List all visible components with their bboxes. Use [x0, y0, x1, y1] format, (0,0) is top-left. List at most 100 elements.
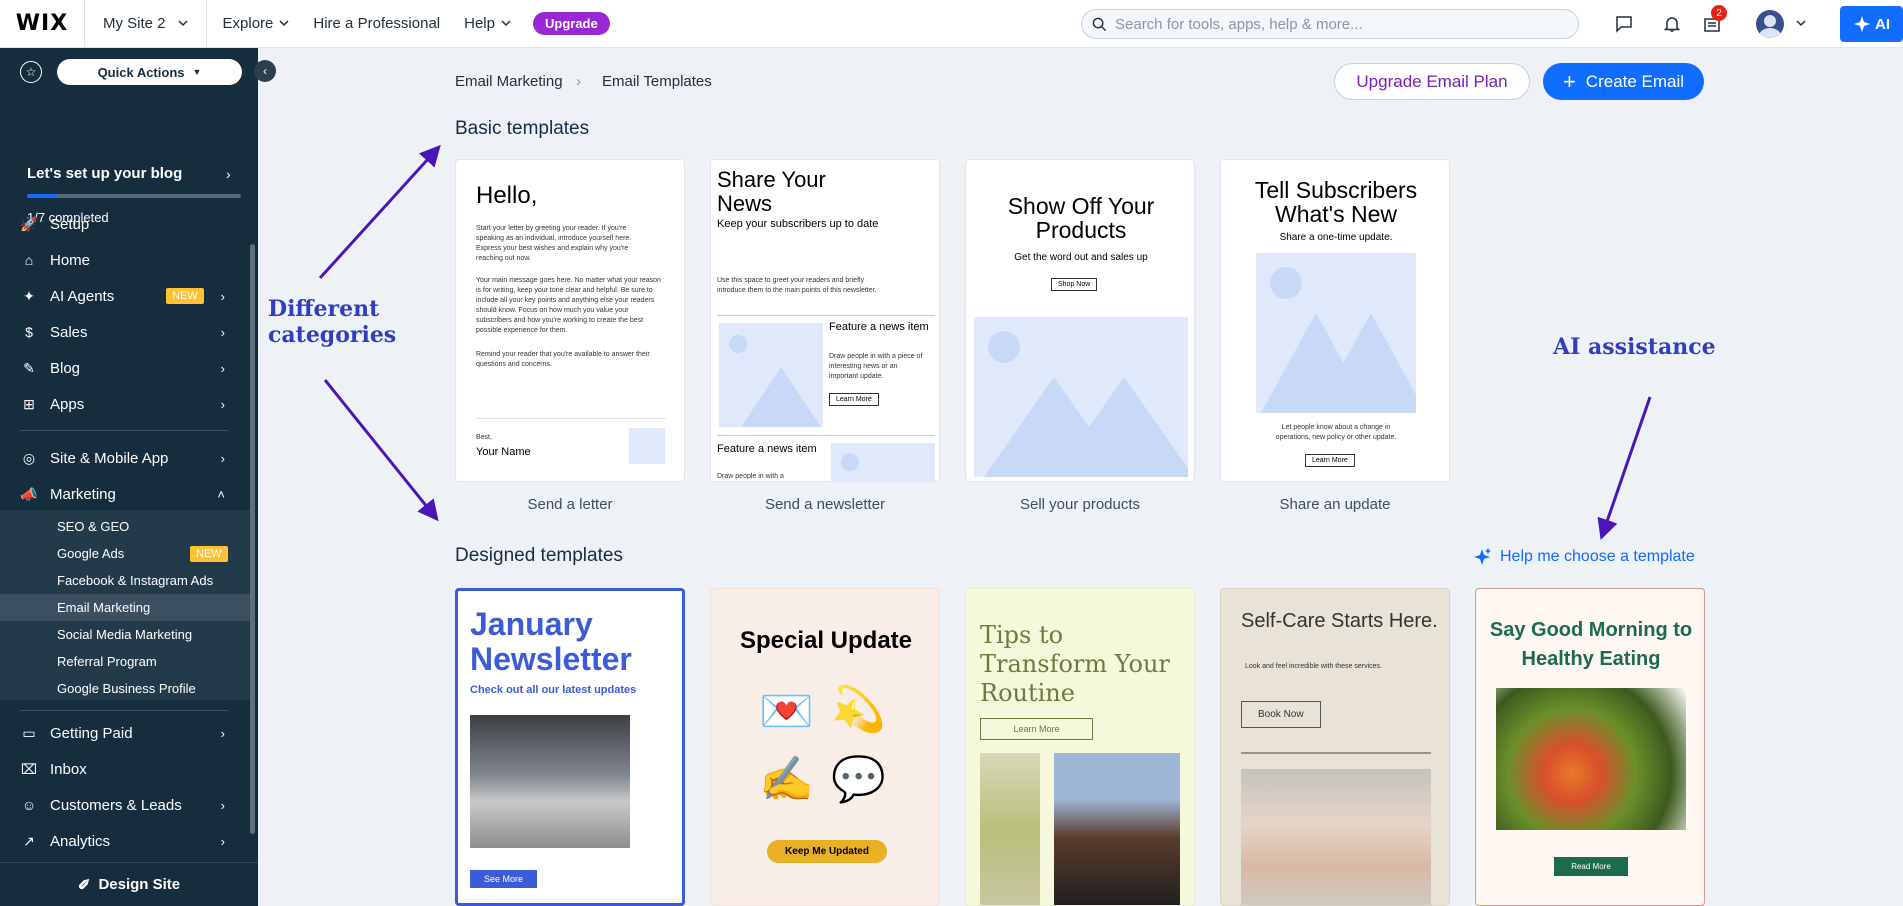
sidebar-item-blog[interactable]: ✎ Blog ›	[0, 350, 250, 386]
template-card-letter[interactable]: Hello, Start your letter by greeting you…	[455, 159, 685, 482]
sidebar-item-setup[interactable]: 🚀 Setup	[0, 206, 250, 242]
sidebar-item-label: Marketing	[50, 485, 116, 503]
site-name: My Site 2	[103, 15, 166, 32]
divider	[20, 710, 228, 711]
sidebar-item-getting-paid[interactable]: ▭ Getting Paid ›	[0, 715, 250, 751]
sparkle-icon	[1474, 548, 1491, 565]
template-caption: Share an update	[1279, 496, 1391, 513]
divider	[20, 430, 228, 431]
card-icon: ▭	[22, 724, 36, 741]
sidebar-item-analytics[interactable]: ↗ Analytics ›	[0, 823, 250, 859]
sidebar-item-home[interactable]: ⌂ Home	[0, 242, 250, 278]
sparkle-icon: ✦	[23, 287, 35, 304]
sidebar-subitem-label: Google Ads	[57, 546, 125, 561]
design-site-button[interactable]: ✐ Design Site	[0, 862, 258, 906]
template-card-newsletter[interactable]: Share Your News Keep your subscribers up…	[710, 159, 940, 482]
ai-button[interactable]: AI	[1840, 6, 1903, 42]
sidebar-item-label: Home	[50, 251, 91, 269]
sidebar-item-inbox[interactable]: ⌧ Inbox	[0, 751, 250, 787]
sidebar-item-sales[interactable]: $ Sales ›	[0, 314, 250, 350]
template-title: Tips to Transform Your Routine	[980, 621, 1170, 707]
megaphone-icon: 📣	[20, 485, 38, 502]
sidebar-item-label: Apps	[50, 395, 85, 413]
learn-more-button: Learn More	[980, 718, 1093, 740]
learn-more-button: Learn More	[829, 393, 879, 406]
designed-card-special-update[interactable]: Special Update 💌 💫 ✍️ 💬 Keep Me Updated	[710, 588, 940, 906]
grid-icon: ⊞	[23, 395, 35, 412]
women-photo	[1241, 769, 1431, 905]
chevron-right-icon: ›	[576, 73, 581, 90]
chat-icon[interactable]	[1612, 12, 1636, 36]
help-choose-template-link[interactable]: Help me choose a template	[1472, 547, 1695, 567]
template-card-update[interactable]: Tell Subscribers What's New Share a one-…	[1220, 159, 1450, 482]
collapse-sidebar-button[interactable]: ‹	[254, 60, 276, 82]
breadcrumb-parent[interactable]: Email Marketing	[455, 73, 563, 90]
sidebar-item-apps[interactable]: ⊞ Apps ›	[0, 386, 250, 422]
upgrade-email-plan-button[interactable]: Upgrade Email Plan	[1334, 63, 1530, 100]
designed-card-tips[interactable]: Tips to Transform Your Routine Learn Mor…	[965, 588, 1195, 906]
star-icon[interactable]: ☆	[20, 61, 42, 83]
sidebar-item-ai-agents[interactable]: ✦ AI Agents NEW ›	[0, 278, 250, 314]
avatar[interactable]	[1756, 10, 1784, 38]
dollar-icon: $	[25, 324, 33, 340]
search-input[interactable]: Search for tools, apps, help & more...	[1081, 9, 1579, 39]
chevron-right-icon[interactable]: ›	[226, 166, 231, 182]
upgrade-button[interactable]: Upgrade	[532, 12, 610, 35]
site-selector[interactable]: My Site 2	[85, 15, 206, 32]
template-subtitle: Check out all our latest updates	[470, 684, 637, 696]
designed-templates-title: Designed templates	[455, 545, 623, 566]
designed-card-self-care[interactable]: Self-Care Starts Here. Look and feel inc…	[1220, 588, 1450, 906]
wix-logo[interactable]: WIX	[0, 11, 84, 36]
designed-card-healthy-eating[interactable]: Say Good Morning to Healthy Eating Read …	[1475, 588, 1705, 906]
sidebar-subitem-referral[interactable]: Referral Program	[0, 648, 250, 675]
nav-hire-professional[interactable]: Hire a Professional	[313, 15, 440, 32]
create-email-button[interactable]: + Create Email	[1543, 63, 1704, 100]
inbox-icon: ⌧	[20, 760, 38, 777]
designed-card-january[interactable]: January Newsletter Check out all our lat…	[455, 588, 685, 906]
nav-hire-label: Hire a Professional	[313, 15, 441, 32]
plant-photo	[980, 753, 1040, 905]
bell-icon[interactable]	[1660, 12, 1684, 36]
sidebar-item-label: Blog	[50, 359, 81, 377]
template-name: Your Name	[476, 446, 531, 458]
learn-more-button: Learn More	[1305, 454, 1355, 467]
sidebar-subitem-social-media[interactable]: Social Media Marketing	[0, 621, 250, 648]
rocket-icon: 🚀	[20, 215, 38, 232]
quick-actions-button[interactable]: Quick Actions ▼	[57, 59, 242, 85]
sidebar-subitem-social-ads[interactable]: Facebook & Instagram Ads	[0, 567, 250, 594]
envelope-heart-icon: 💌	[759, 687, 814, 736]
nav-help[interactable]: Help	[464, 15, 511, 32]
sidebar-item-customers[interactable]: ☺ Customers & Leads ›	[0, 787, 250, 823]
sidebar-item-label: Inbox	[50, 760, 87, 778]
sidebar-subitem-google-ads[interactable]: Google Ads NEW	[0, 540, 250, 567]
template-subtitle: Look and feel incredible with these serv…	[1245, 663, 1382, 670]
template-title: Self-Care Starts Here.	[1241, 610, 1438, 632]
sidebar-subitem-business-profile[interactable]: Google Business Profile	[0, 675, 250, 702]
book-now-button: Book Now	[1241, 701, 1321, 728]
blog-setup-title[interactable]: Let's set up your blog	[27, 165, 182, 182]
office-photo	[470, 715, 630, 848]
template-title: Say Good Morning to Healthy Eating	[1489, 619, 1693, 670]
chevron-right-icon: ›	[220, 324, 225, 340]
sparkle-icon	[1854, 16, 1870, 32]
feature-text: Draw people in with a piece of interesti…	[829, 353, 923, 380]
sidebar-subitem-seo[interactable]: SEO & GEO	[0, 513, 250, 540]
pencil-icon: ✎	[23, 359, 35, 376]
basic-templates-title: Basic templates	[455, 118, 590, 139]
nav-explore[interactable]: Explore	[223, 15, 290, 32]
chevron-down-icon	[501, 20, 511, 27]
image-placeholder	[831, 443, 935, 481]
sidebar-scrollbar[interactable]	[250, 244, 255, 834]
sidebar-item-site-mobile[interactable]: ◎ Site & Mobile App ›	[0, 440, 250, 476]
sidebar-item-marketing[interactable]: 📣 Marketing ˄	[0, 476, 250, 512]
image-placeholder	[1256, 253, 1416, 413]
template-subtitle: Get the word out and sales up	[1014, 252, 1148, 263]
divider	[1241, 752, 1431, 754]
sidebar-subitem-email-marketing[interactable]: Email Marketing	[0, 594, 250, 621]
template-card-products[interactable]: Show Off Your Products Get the word out …	[965, 159, 1195, 482]
dizzy-icon: 💫	[831, 685, 886, 734]
chevron-down-icon[interactable]	[1796, 20, 1806, 27]
chevron-right-icon: ›	[220, 833, 225, 849]
sidebar-item-label: Analytics	[50, 832, 111, 850]
template-text: Let people know about a change in operat…	[1275, 424, 1397, 441]
